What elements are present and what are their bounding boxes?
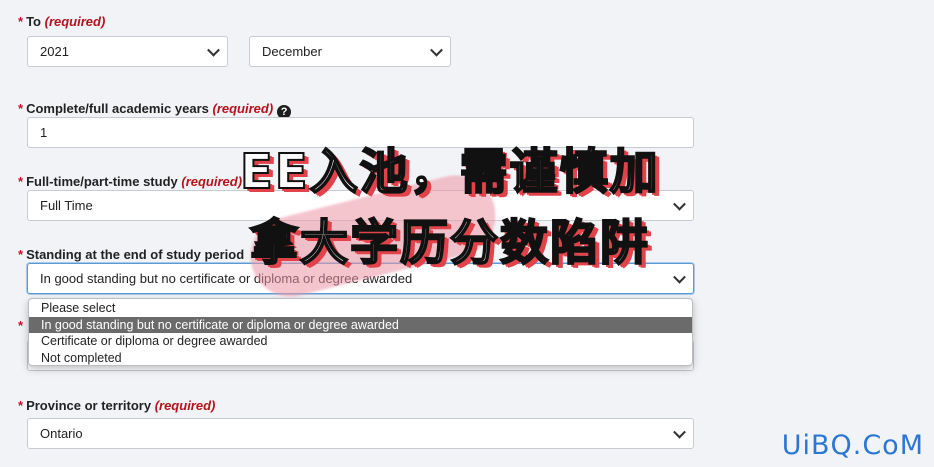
province-value: Ontario [40,426,83,441]
chevron-down-icon [207,43,220,57]
province-label: * Province or territory (required) [18,398,215,413]
watermark-logo: UiBQ.CoM [781,430,924,461]
standing-dropdown-list[interactable]: Please select In good standing but no ce… [28,298,693,366]
chevron-down-icon [673,425,686,439]
chevron-down-icon [430,43,443,57]
province-select[interactable]: Ontario [27,418,694,449]
hidden-field-label: * [18,318,26,333]
overlay-headline-line2: 拿大学历分数陷阱 [249,214,651,272]
chevron-down-icon [673,197,686,211]
required-asterisk: * [18,174,24,189]
standing-label-text: Standing at the end of study period [26,247,245,262]
required-asterisk: * [18,398,24,413]
to-label: * To (required) [18,14,105,29]
required-marker: (required) [212,101,274,116]
to-year-value: 2021 [40,44,69,59]
required-marker: (required) [181,174,243,189]
required-asterisk: * [18,101,24,116]
standing-label: * Standing at the end of study period [18,247,244,262]
years-value: 1 [40,125,48,140]
required-asterisk: * [18,318,24,333]
to-label-text: To [26,14,41,29]
required-marker: (required) [154,398,216,413]
chevron-down-icon [673,270,686,284]
required-marker: (required) [44,14,106,29]
to-year-select[interactable]: 2021 [27,36,228,67]
dropdown-option[interactable]: Certificate or diploma or degree awarded [29,333,692,350]
dropdown-option[interactable]: Not completed [29,350,692,367]
dropdown-option-selected[interactable]: In good standing but no certificate or d… [29,316,692,333]
years-label-text: Complete/full academic years [26,101,209,116]
to-month-select[interactable]: December [249,36,451,67]
province-label-text: Province or territory [26,398,152,413]
required-asterisk: * [18,14,24,29]
to-month-value: December [262,44,322,59]
overlay-headline-line1: EE入池，需谨慎加 [239,143,660,201]
dropdown-option[interactable]: Please select [29,300,692,317]
study-value: Full Time [40,198,93,213]
study-label-text: Full-time/part-time study [26,174,178,189]
required-asterisk: * [18,247,24,262]
study-label: * Full-time/part-time study (required) [18,174,242,189]
